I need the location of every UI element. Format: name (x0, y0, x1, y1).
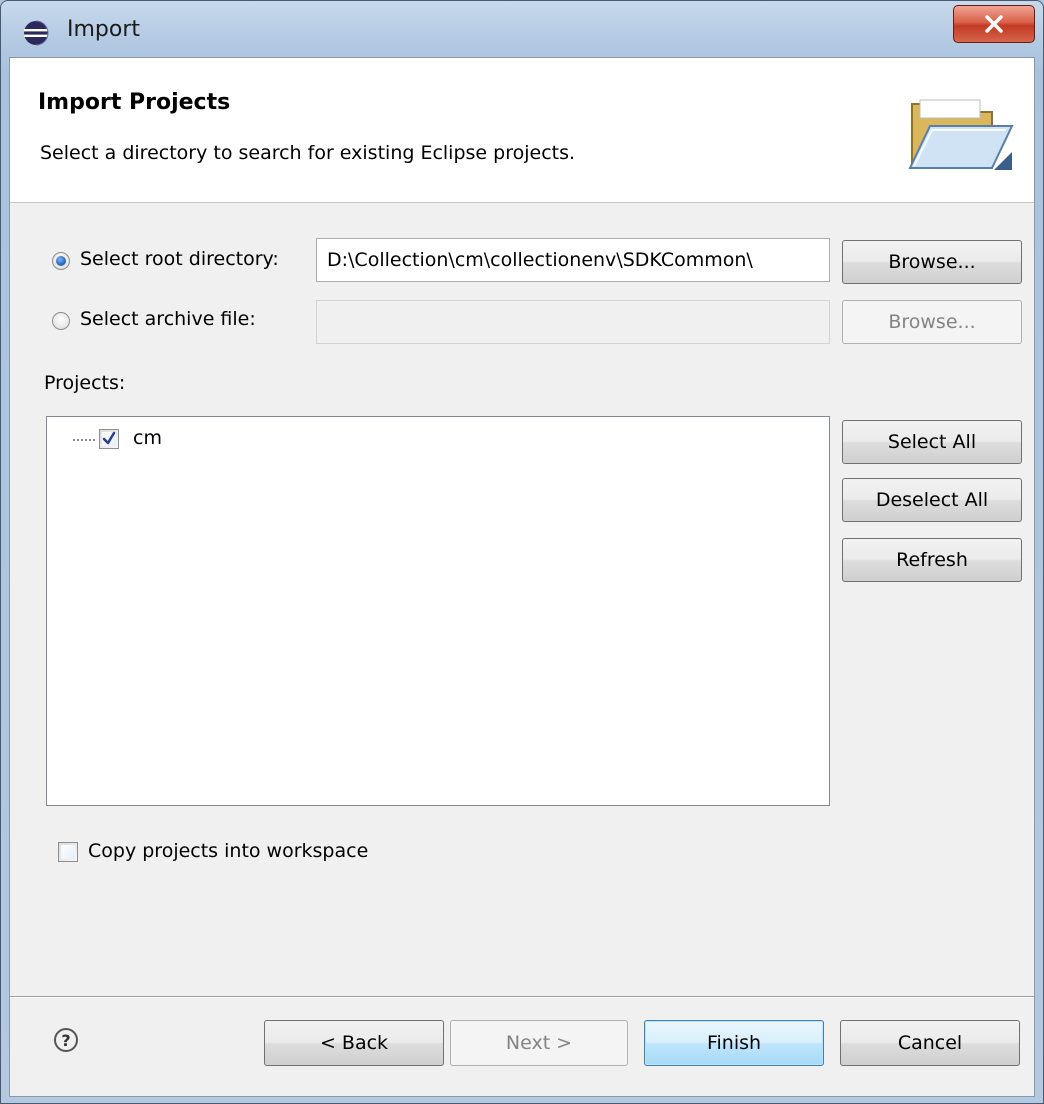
archive-file-label: Select archive file: (80, 308, 256, 330)
checkbox-inner (61, 845, 75, 859)
archive-file-input[interactable] (316, 300, 830, 344)
browse-archive-button[interactable]: Browse... (842, 300, 1022, 344)
project-name-cm: cm (133, 427, 162, 449)
back-button[interactable]: < Back (264, 1020, 444, 1066)
close-icon (985, 15, 1003, 33)
page-description: Select a directory to search for existin… (40, 142, 576, 164)
archive-file-radio[interactable] (52, 312, 70, 330)
next-button[interactable]: Next > (450, 1020, 628, 1066)
copy-into-workspace-checkbox[interactable] (58, 842, 78, 862)
root-directory-input[interactable]: D:\Collection\cm\collectionenv\SDKCommon… (316, 238, 830, 282)
cancel-button[interactable]: Cancel (840, 1020, 1020, 1066)
wizard-banner: Import Projects Select a directory to se… (10, 58, 1034, 203)
root-directory-radio[interactable] (52, 252, 70, 270)
checkmark-icon (102, 431, 116, 445)
projects-label: Projects: (44, 372, 126, 394)
deselect-all-button[interactable]: Deselect All (842, 478, 1022, 522)
help-icon[interactable]: ? (54, 1028, 78, 1052)
finish-button[interactable]: Finish (644, 1020, 824, 1066)
eclipse-icon (24, 20, 49, 46)
refresh-button[interactable]: Refresh (842, 538, 1022, 582)
copy-into-workspace-label: Copy projects into workspace (88, 840, 369, 862)
radio-selected-dot (56, 256, 66, 266)
dialog-client-area: Import Projects Select a directory to se… (9, 57, 1035, 1097)
projects-list[interactable]: cm (46, 416, 830, 806)
folder-open-icon (908, 99, 1014, 170)
title-bar[interactable]: Import (1, 1, 1043, 57)
window-title: Import (67, 17, 141, 42)
browse-root-button[interactable]: Browse... (842, 240, 1022, 284)
tree-connector (73, 439, 95, 441)
select-all-button[interactable]: Select All (842, 420, 1022, 464)
project-checkbox-cm[interactable] (99, 429, 119, 449)
footer-separator (10, 996, 1034, 998)
page-title: Import Projects (38, 90, 231, 115)
close-button[interactable] (953, 5, 1035, 43)
import-dialog: Import Import Projects Select a director… (0, 0, 1044, 1104)
root-directory-label: Select root directory: (80, 248, 279, 270)
